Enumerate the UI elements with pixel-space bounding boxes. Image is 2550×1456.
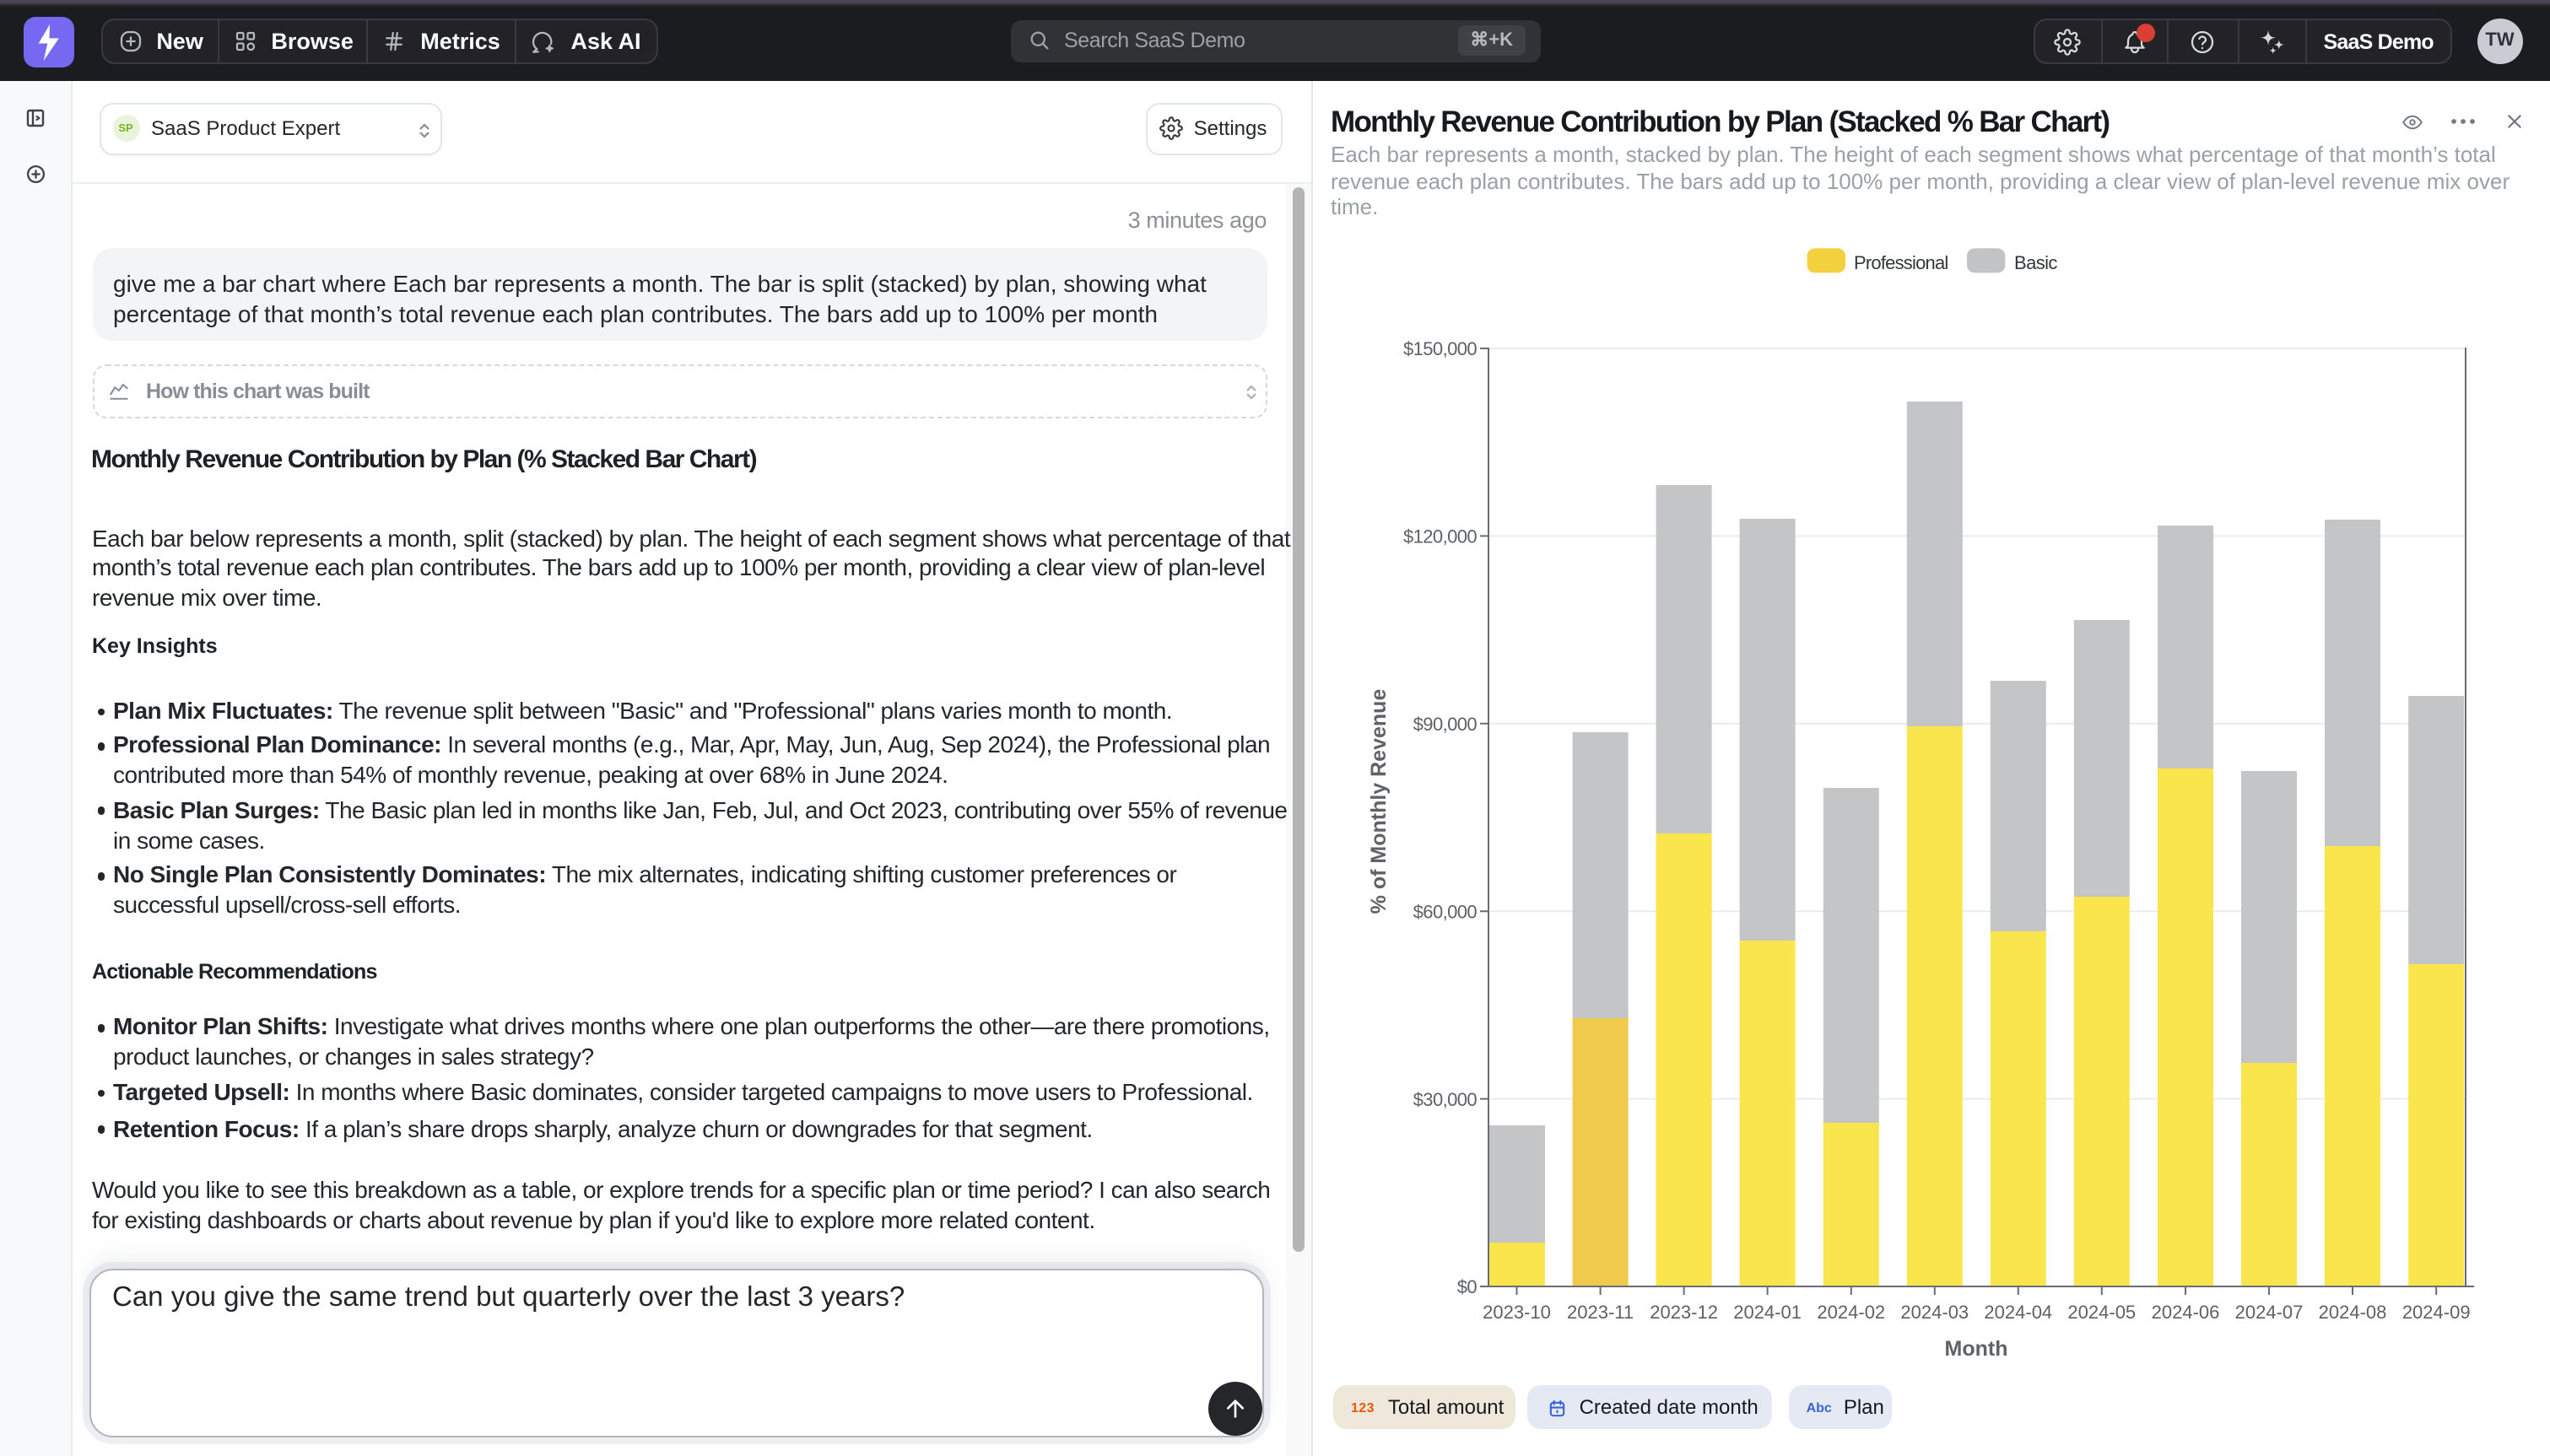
svg-text:Professional: Professional: [1853, 252, 1947, 273]
svg-text:2024-05: 2024-05: [2066, 1302, 2135, 1323]
svg-text:Month: Month: [1944, 1337, 2007, 1361]
svg-text:2024-03: 2024-03: [1899, 1302, 1968, 1323]
svg-text:2023-12: 2023-12: [1649, 1302, 1717, 1323]
svg-text:$30,000: $30,000: [1413, 1089, 1477, 1110]
svg-text:2024-02: 2024-02: [1816, 1302, 1884, 1323]
svg-text:2023-10: 2023-10: [1482, 1302, 1550, 1323]
svg-text:$60,000: $60,000: [1413, 901, 1477, 922]
svg-text:$90,000: $90,000: [1413, 714, 1477, 735]
svg-text:Basic: Basic: [2013, 252, 2056, 273]
svg-text:2024-04: 2024-04: [1983, 1302, 2051, 1323]
svg-text:2024-07: 2024-07: [2234, 1302, 2303, 1323]
svg-text:$0: $0: [1456, 1276, 1477, 1297]
svg-text:2024-08: 2024-08: [2318, 1302, 2386, 1323]
svg-text:2023-11: 2023-11: [1566, 1302, 1633, 1323]
svg-text:$150,000: $150,000: [1402, 338, 1476, 359]
svg-text:2024-06: 2024-06: [2151, 1302, 2219, 1323]
svg-text:2024-09: 2024-09: [2401, 1302, 2470, 1323]
svg-text:$120,000: $120,000: [1402, 526, 1476, 547]
svg-text:% of Monthly Revenue: % of Monthly Revenue: [1366, 689, 1390, 914]
svg-text:2024-01: 2024-01: [1732, 1302, 1801, 1323]
